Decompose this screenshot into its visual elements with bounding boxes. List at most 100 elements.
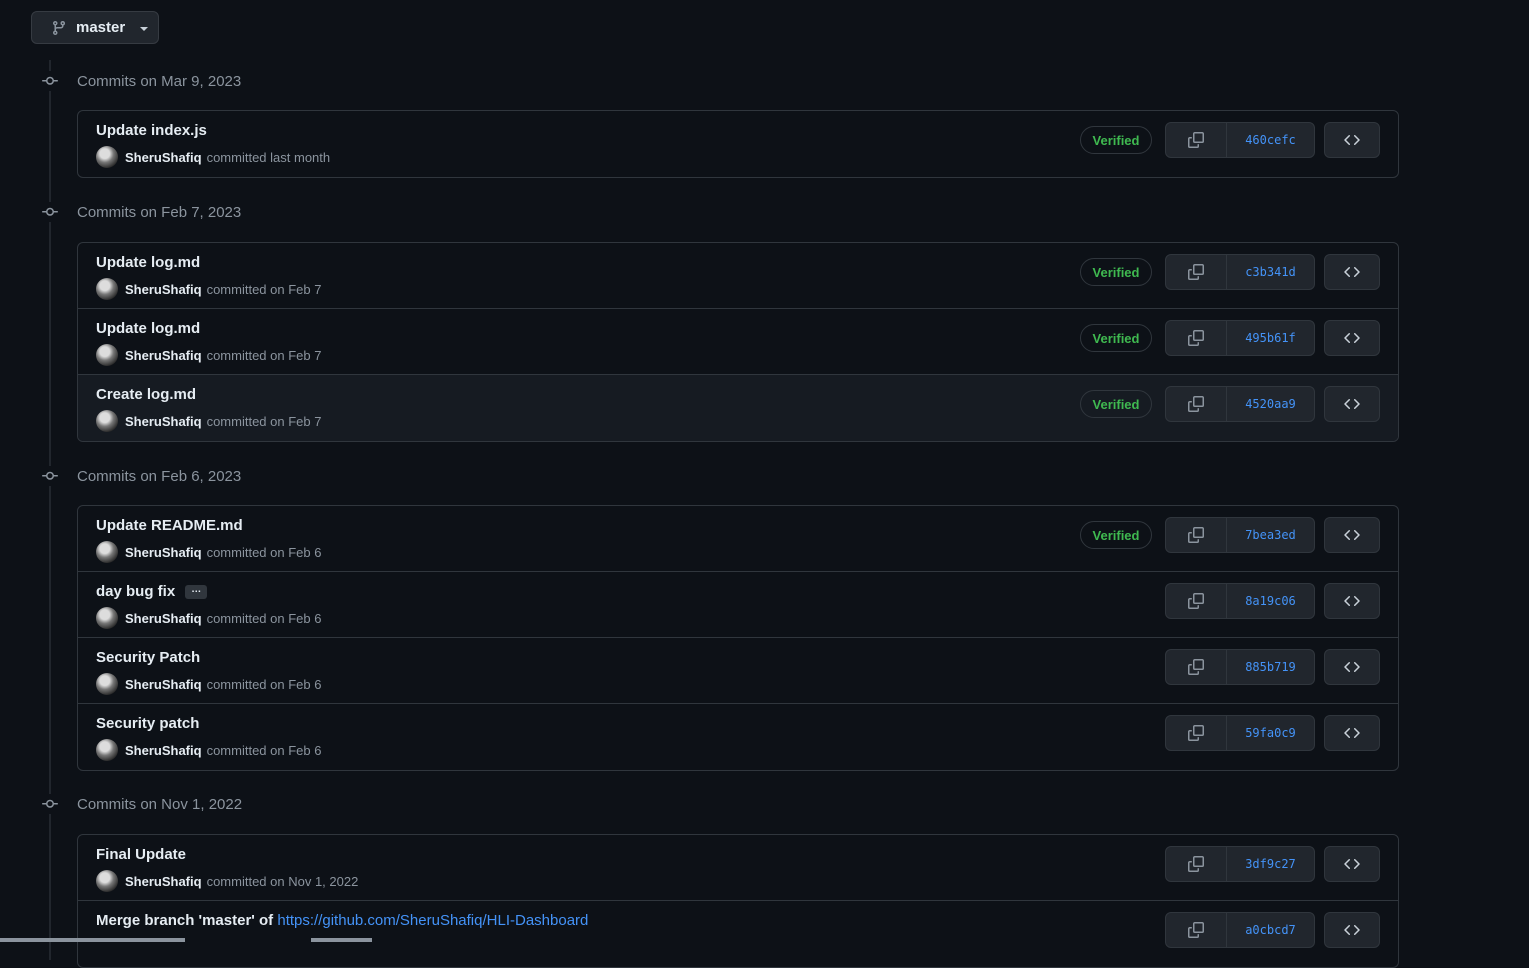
commit-title[interactable]: Merge branch 'master' of https://github.… — [96, 912, 588, 929]
avatar[interactable] — [96, 673, 118, 695]
commit-sha-link[interactable]: 7bea3ed — [1227, 518, 1314, 552]
commit-sha-link[interactable]: 460cefc — [1227, 123, 1314, 157]
avatar[interactable] — [96, 541, 118, 563]
verified-badge[interactable]: Verified — [1080, 521, 1152, 549]
copy-icon — [1188, 264, 1204, 280]
commit-author[interactable]: SheruShafiq — [125, 874, 202, 889]
copy-sha-button[interactable] — [1166, 584, 1227, 618]
avatar[interactable] — [96, 607, 118, 629]
commit-row: Update README.md SheruShafiq committed o… — [78, 506, 1398, 572]
code-icon — [1344, 725, 1360, 741]
commit-title[interactable]: Update log.md — [96, 254, 200, 271]
commit-group-date: Commits on Feb 7, 2023 — [77, 203, 242, 221]
commit-title[interactable]: Update index.js — [96, 122, 207, 139]
commit-title[interactable]: Update log.md — [96, 320, 200, 337]
commit-sha-link[interactable]: 3df9c27 — [1227, 847, 1314, 881]
commit-title[interactable]: Create log.md — [96, 386, 196, 403]
browse-repo-button[interactable] — [1324, 254, 1380, 290]
commit-group: Update README.md SheruShafiq committed o… — [77, 505, 1399, 771]
code-icon — [1344, 659, 1360, 675]
commit-title[interactable]: day bug fix … — [96, 583, 208, 600]
commit-message-link[interactable]: Update log.md — [96, 320, 200, 337]
commit-message-link[interactable]: Update README.md — [96, 517, 243, 534]
commit-author[interactable]: SheruShafiq — [125, 282, 202, 297]
verified-badge[interactable]: Verified — [1080, 324, 1152, 352]
browse-repo-button[interactable] — [1324, 583, 1380, 619]
copy-sha-button[interactable] — [1166, 847, 1227, 881]
avatar[interactable] — [96, 278, 118, 300]
verified-badge[interactable]: Verified — [1080, 258, 1152, 286]
commit-author[interactable]: SheruShafiq — [125, 348, 202, 363]
browse-repo-button[interactable] — [1324, 517, 1380, 553]
commit-message-link[interactable]: Security Patch — [96, 649, 200, 666]
commit-author[interactable]: SheruShafiq — [125, 545, 202, 560]
horizontal-scrollbar[interactable] — [0, 938, 185, 942]
git-commit-icon — [40, 71, 60, 91]
copy-icon — [1188, 132, 1204, 148]
browse-repo-button[interactable] — [1324, 320, 1380, 356]
copy-sha-button[interactable] — [1166, 321, 1227, 355]
commit-meta: SheruShafiq committed on Nov 1, 2022 — [96, 870, 358, 892]
sha-button-group: 885b719 — [1165, 649, 1315, 685]
scrollbar-thumb[interactable] — [311, 938, 372, 942]
commit-message-link[interactable]: Merge branch 'master' of — [96, 912, 273, 929]
commit-title[interactable]: Security Patch — [96, 649, 200, 666]
commit-author[interactable]: SheruShafiq — [125, 677, 202, 692]
copy-sha-button[interactable] — [1166, 716, 1227, 750]
avatar[interactable] — [96, 410, 118, 432]
commit-message-link[interactable]: Create log.md — [96, 386, 196, 403]
commit-group-header: Commits on Nov 1, 2022 — [40, 793, 242, 815]
commit-time: committed on Feb 6 — [206, 676, 322, 692]
copy-sha-button[interactable] — [1166, 518, 1227, 552]
verified-badge[interactable]: Verified — [1080, 126, 1152, 154]
expand-message-button[interactable]: … — [185, 585, 208, 600]
commit-sha-link[interactable]: 885b719 — [1227, 650, 1314, 684]
copy-icon — [1188, 593, 1204, 609]
commit-title[interactable]: Final Update — [96, 846, 186, 863]
commit-title[interactable]: Update README.md — [96, 517, 243, 534]
code-icon — [1344, 396, 1360, 412]
browse-repo-button[interactable] — [1324, 649, 1380, 685]
commit-sha-link[interactable]: 59fa0c9 — [1227, 716, 1314, 750]
commit-row: Update log.md SheruShafiq committed on F… — [78, 309, 1398, 375]
commit-author[interactable]: SheruShafiq — [125, 743, 202, 758]
verified-badge[interactable]: Verified — [1080, 390, 1152, 418]
commit-message-link[interactable]: Security patch — [96, 715, 199, 732]
commit-group: Update index.js SheruShafiq committed la… — [77, 110, 1399, 178]
code-icon — [1344, 922, 1360, 938]
copy-sha-button[interactable] — [1166, 123, 1227, 157]
browse-repo-button[interactable] — [1324, 912, 1380, 948]
commit-row: Update index.js SheruShafiq committed la… — [78, 111, 1398, 177]
browse-repo-button[interactable] — [1324, 386, 1380, 422]
commit-sha-link[interactable]: c3b341d — [1227, 255, 1314, 289]
commit-message-url[interactable]: https://github.com/SheruShafiq/HLI-Dashb… — [277, 912, 588, 929]
commit-message-link[interactable]: day bug fix — [96, 583, 175, 600]
commit-message-link[interactable]: Update index.js — [96, 122, 207, 139]
copy-icon — [1188, 330, 1204, 346]
commit-title[interactable]: Security patch — [96, 715, 199, 732]
copy-sha-button[interactable] — [1166, 650, 1227, 684]
sha-button-group: 7bea3ed — [1165, 517, 1315, 553]
commit-message-link[interactable]: Final Update — [96, 846, 186, 863]
copy-sha-button[interactable] — [1166, 255, 1227, 289]
sha-button-group: 460cefc — [1165, 122, 1315, 158]
commit-sha-link[interactable]: 4520aa9 — [1227, 387, 1314, 421]
avatar[interactable] — [96, 146, 118, 168]
avatar[interactable] — [96, 344, 118, 366]
browse-repo-button[interactable] — [1324, 846, 1380, 882]
commit-author[interactable]: SheruShafiq — [125, 150, 202, 165]
avatar[interactable] — [96, 870, 118, 892]
commit-group-header: Commits on Mar 9, 2023 — [40, 70, 241, 92]
branch-selector-button[interactable]: master — [31, 11, 159, 44]
commit-author[interactable]: SheruShafiq — [125, 611, 202, 626]
commit-message-link[interactable]: Update log.md — [96, 254, 200, 271]
commit-sha-link[interactable]: 8a19c06 — [1227, 584, 1314, 618]
commit-time: committed on Feb 7 — [206, 413, 322, 429]
avatar[interactable] — [96, 739, 118, 761]
commit-sha-link[interactable]: 495b61f — [1227, 321, 1314, 355]
browse-repo-button[interactable] — [1324, 715, 1380, 751]
browse-repo-button[interactable] — [1324, 122, 1380, 158]
commit-author[interactable]: SheruShafiq — [125, 414, 202, 429]
copy-sha-button[interactable] — [1166, 387, 1227, 421]
commit-row: Create log.md SheruShafiq committed on F… — [78, 375, 1398, 441]
